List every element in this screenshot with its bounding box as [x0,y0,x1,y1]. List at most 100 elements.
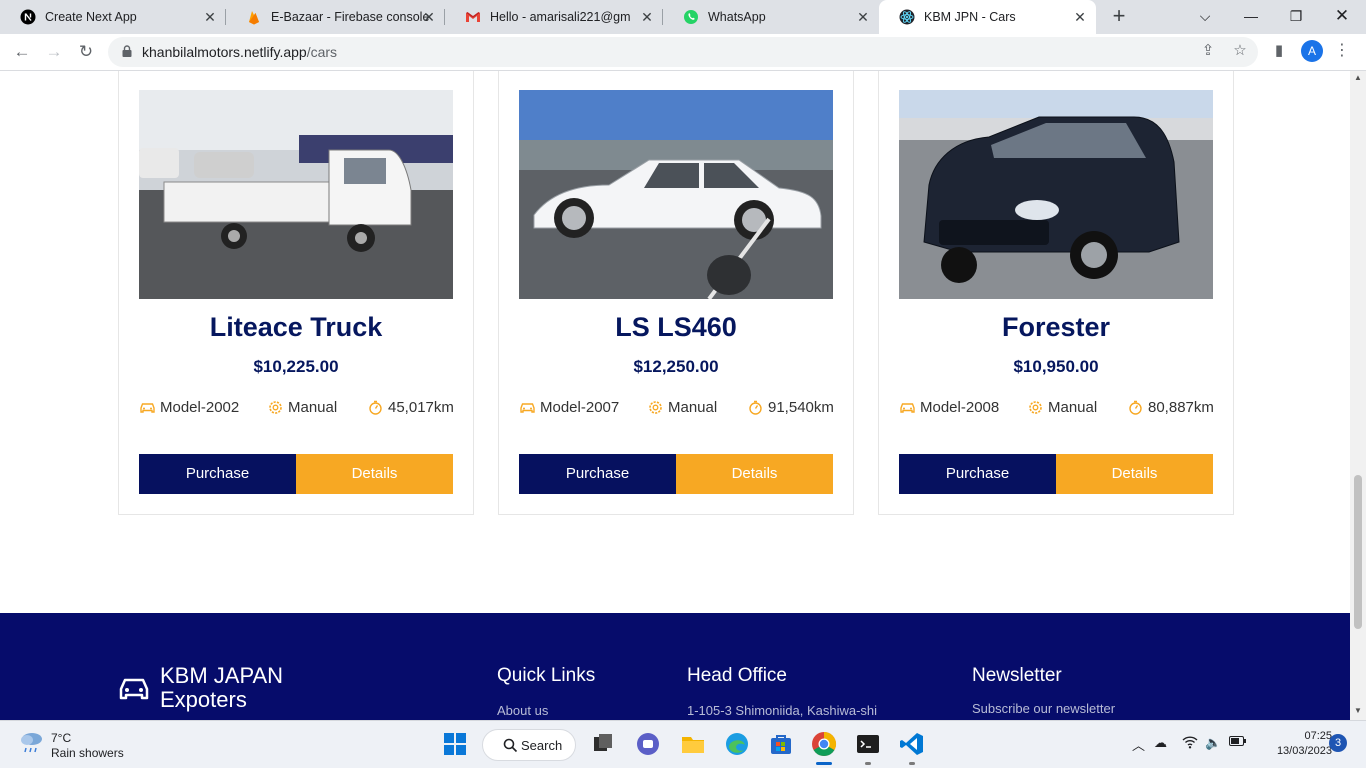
browser-tab-strip: Create Next App ✕ E-Bazaar - Firebase co… [0,0,1366,34]
spec-transmission: Manual [1027,399,1097,416]
wifi-icon[interactable] [1182,735,1198,752]
windows-start-icon[interactable] [442,731,468,757]
taskbar-clock[interactable]: 07:25 13/03/2023 [1258,729,1332,759]
gmail-icon [465,9,481,25]
head-office-address: 1-105-3 Shimoniida, Kashiwa-shi [687,703,878,718]
car-title: Liteace Truck [209,312,383,342]
search-icon [503,738,518,753]
gear-icon [649,401,662,414]
file-explorer-icon[interactable] [680,731,706,757]
tab-create-next-app[interactable]: Create Next App ✕ [0,0,226,34]
purchase-button[interactable]: Purchase [899,454,1056,494]
car-photo-ls-ls460[interactable] [519,90,833,299]
onedrive-sync-icon[interactable]: ☁ [1154,735,1167,751]
firebase-icon [246,9,262,25]
clock-time: 07:25 [1304,730,1332,742]
scroll-down-arrow-icon[interactable]: ▼ [1350,704,1366,718]
rain-cloud-icon [21,733,42,753]
spec-transmission: Manual [267,399,337,416]
close-icon[interactable]: ✕ [855,9,871,25]
close-window-button[interactable]: ✕ [1320,0,1364,32]
speedometer-icon [1129,400,1142,415]
quick-links-heading: Quick Links [497,665,596,686]
footer-brand[interactable]: KBM JAPAN Expoters [160,664,283,712]
forward-arrow-icon[interactable]: → [42,40,66,64]
close-icon[interactable]: ✕ [421,9,437,25]
scroll-up-arrow-icon[interactable]: ▲ [1350,71,1366,85]
url-host: khanbilalmotors.netlify.app [142,44,307,60]
browser-toolbar: ← → ↻ khanbilalmotors.netlify.app/cars ⇪… [0,34,1366,71]
address-bar[interactable]: khanbilalmotors.netlify.app/cars [108,37,1258,67]
profile-avatar[interactable]: A [1301,40,1323,62]
details-button[interactable]: Details [676,454,833,494]
car-card: LS LS460 $12,250.00 Model-2007 Manual 91… [498,71,854,515]
minimize-button[interactable]: — [1229,0,1273,32]
tab-firebase-console[interactable]: E-Bazaar - Firebase console ✕ [226,0,445,34]
taskbar-search[interactable]: Search [482,729,576,761]
search-label: Search [521,738,563,753]
teams-chat-icon[interactable] [635,731,661,757]
tab-whatsapp[interactable]: WhatsApp ✕ [663,0,879,34]
notification-badge[interactable]: 3 [1329,734,1347,752]
tab-search-chevron-icon[interactable]: ⌵ [1183,0,1227,32]
car-photo-forester[interactable] [899,90,1213,299]
more-menu-icon[interactable]: ⋮ [1331,40,1353,62]
car-icon [900,403,915,413]
spec-model: Model-2008 [899,399,999,416]
spec-model: Model-2002 [139,399,239,416]
reload-icon[interactable]: ↻ [74,40,98,64]
microsoft-store-icon[interactable] [768,731,794,757]
purchase-button[interactable]: Purchase [519,454,676,494]
volume-icon[interactable]: 🔈 [1205,735,1221,751]
spec-mileage: 80,887km [1127,399,1214,416]
tab-kbm-cars[interactable]: KBM JPN - Cars ✕ [879,0,1096,34]
spec-mileage-value: 91,540km [768,399,834,416]
car-logo-icon [119,678,149,700]
car-photo-liteace-truck[interactable] [139,90,453,299]
site-footer: KBM JAPAN Expoters Quick Links About us … [0,613,1350,720]
new-tab-button[interactable]: + [1108,5,1130,27]
close-icon[interactable]: ✕ [639,9,655,25]
react-icon [899,9,915,25]
vscode-running-indicator [909,762,915,765]
windows-taskbar: 7°C Rain showers Search ︿ ☁ 🔈 07:25 13/0… [0,720,1366,768]
car-price: $12,250.00 [633,357,719,376]
url-path: /cars [306,44,338,60]
side-panel-icon[interactable]: ▮ [1268,40,1290,62]
tab-title: Create Next App [45,10,137,24]
spec-model: Model-2007 [519,399,619,416]
tab-title: E-Bazaar - Firebase console [271,10,430,24]
battery-icon[interactable] [1229,735,1247,750]
weather-widget[interactable]: 7°C Rain showers [18,729,158,761]
task-view-icon[interactable] [590,731,616,757]
weather-temperature: 7°C [51,731,72,745]
back-arrow-icon[interactable]: ← [10,40,34,64]
purchase-button[interactable]: Purchase [139,454,296,494]
gear-icon [269,401,282,414]
details-button[interactable]: Details [1056,454,1213,494]
bookmark-star-icon[interactable]: ☆ [1229,40,1251,62]
newsletter-heading: Newsletter [972,665,1062,686]
terminal-icon[interactable] [855,731,881,757]
tab-gmail[interactable]: Hello - amarisali221@gmail.c ✕ [445,0,663,34]
speedometer-icon [369,400,382,415]
scroll-thumb[interactable] [1354,475,1362,629]
car-icon [520,403,535,413]
close-icon[interactable]: ✕ [1072,9,1088,25]
share-icon[interactable]: ⇪ [1197,40,1219,62]
nextjs-icon [20,9,36,25]
edge-browser-icon[interactable] [724,731,750,757]
restore-button[interactable]: ❐ [1274,0,1318,32]
spec-mileage-value: 45,017km [388,399,454,416]
close-icon[interactable]: ✕ [202,9,218,25]
car-card: Forester $10,950.00 Model-2008 Manual 80… [878,71,1234,515]
chrome-icon[interactable] [811,731,837,757]
head-office-heading: Head Office [687,665,787,686]
car-specs: Model-2002 Manual 45,017km [139,399,454,419]
newsletter-text: Subscribe our newsletter [972,701,1116,716]
quick-link-about[interactable]: About us [497,703,548,718]
show-hidden-icons-chevron-icon[interactable]: ︿ [1132,735,1145,754]
vscode-icon[interactable] [899,731,925,757]
details-button[interactable]: Details [296,454,453,494]
page-scrollbar[interactable]: ▲ ▼ [1350,71,1366,720]
